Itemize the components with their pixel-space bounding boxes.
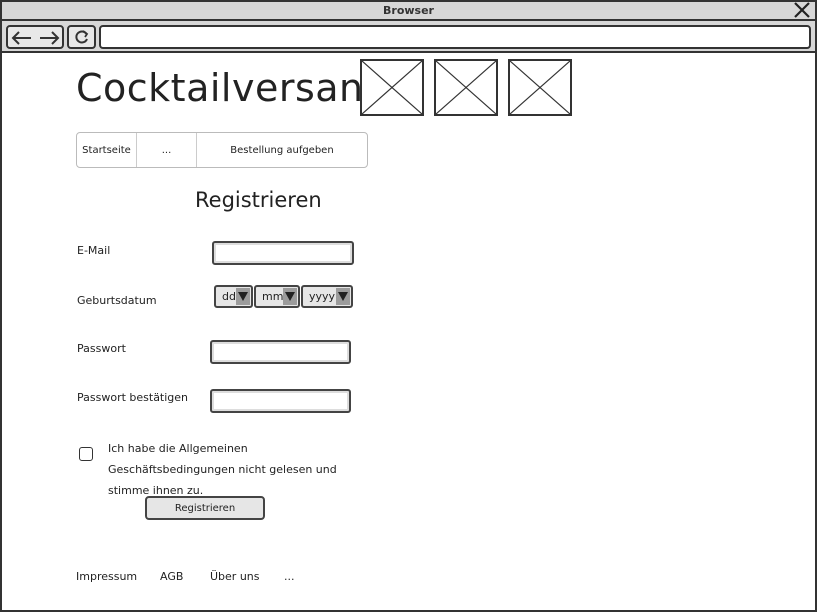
navigation-buttons [6,25,64,49]
birthdate-month-select[interactable]: mm [254,285,300,308]
birthdate-year-select[interactable]: yyyy [301,285,353,308]
footer-link-more[interactable]: ... [284,570,295,583]
main-navigation: Startseite ... Bestellung aufgeben [76,132,368,168]
arrow-left-icon[interactable] [11,30,33,46]
birthdate-month-value: mm [262,290,284,303]
password-confirm-label: Passwort bestätigen [77,391,189,404]
register-button[interactable]: Registrieren [145,496,265,520]
birthdate-year-value: yyyy [309,290,336,303]
reload-button[interactable] [67,25,96,49]
browser-window: Browser Cocktailversand Startseite ... B… [0,0,817,612]
birthdate-day-select[interactable]: dd [214,285,253,308]
arrow-right-icon[interactable] [38,30,60,46]
reload-icon [75,30,89,44]
image-placeholder-icon [360,59,424,116]
birthdate-label: Geburtsdatum [77,294,157,307]
chevron-down-icon [336,288,350,305]
chevron-down-icon [283,288,297,305]
email-field[interactable] [212,241,354,265]
footer-link-impressum[interactable]: Impressum [76,570,137,583]
password-confirm-field[interactable] [210,389,351,413]
email-label: E-Mail [77,244,111,257]
image-placeholder-icon [508,59,572,116]
image-placeholder-icon [434,59,498,116]
site-title: Cocktailversand [76,66,389,110]
nav-item-bestellung-aufgeben[interactable]: Bestellung aufgeben [197,133,367,167]
password-field[interactable] [210,340,351,364]
chevron-down-icon [236,288,250,305]
nav-item-more[interactable]: ... [137,133,197,167]
browser-title: Browser [383,4,434,17]
nav-item-startseite[interactable]: Startseite [77,133,137,167]
password-label: Passwort [77,342,126,355]
close-icon[interactable] [793,1,811,19]
birthdate-day-value: dd [222,290,236,303]
browser-toolbar [2,21,815,53]
terms-text: Ich habe die Allgemeinen Geschäftsbeding… [108,442,337,497]
terms-checkbox[interactable] [79,447,93,461]
footer-link-ueber-uns[interactable]: Über uns [210,570,260,583]
form-heading: Registrieren [195,188,322,212]
address-bar[interactable] [99,25,811,49]
browser-titlebar: Browser [2,2,815,21]
footer-link-agb[interactable]: AGB [160,570,183,583]
